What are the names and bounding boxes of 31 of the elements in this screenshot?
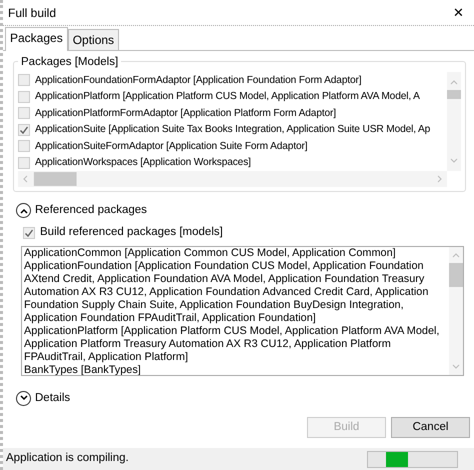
package-label: ApplicationPlatformFormAdaptor [Application Platform Form Adaptor] bbox=[35, 106, 336, 121]
list-item[interactable]: ApplicationCommon [Application Common CUS Model, Application Common] bbox=[24, 246, 447, 260]
status-text: Application is compiling. bbox=[6, 451, 129, 466]
list-item[interactable]: ApplicationPlatform [Application Platform CUS Model, Application Platform AVA Model, Application Platform Treasury Automation AX R3 CU12, Application Platform FPAuditTrail, Application Platform] bbox=[24, 324, 447, 364]
tab[interactable]: Packages bbox=[5, 27, 68, 51]
checkbox[interactable] bbox=[18, 74, 30, 86]
vertical-scrollbar[interactable] bbox=[449, 246, 463, 374]
package-label: ApplicationSuite [Application Suite Tax Books Integration, Application Suite USR Model, Ap bbox=[35, 123, 430, 138]
details-label: Details bbox=[35, 390, 70, 406]
referenced-label: Referenced packages bbox=[35, 203, 147, 218]
checkbox[interactable] bbox=[18, 140, 30, 152]
package-label: ApplicationPlatform [Application Platform CUS Model, Application Platform AVA Model, A bbox=[35, 90, 420, 104]
checkbox[interactable] bbox=[18, 90, 30, 103]
package-label: ApplicationWorkspaces [Application Workspaces] bbox=[35, 156, 251, 170]
dialog-button[interactable]: Cancel bbox=[391, 417, 470, 438]
checkbox[interactable] bbox=[23, 226, 35, 239]
package-label: ApplicationSuiteFormAdaptor [Application Suite Form Adaptor] bbox=[35, 140, 308, 154]
checkbox[interactable] bbox=[18, 156, 30, 169]
checkbox[interactable] bbox=[18, 124, 30, 136]
checkbox[interactable] bbox=[18, 107, 30, 120]
checkbox-label: Build referenced packages [models] bbox=[40, 225, 223, 240]
close-button[interactable]: ✕ bbox=[451, 6, 466, 19]
list-item[interactable]: BankTypes [BankTypes] bbox=[24, 364, 447, 374]
vertical-scrollbar[interactable] bbox=[447, 72, 461, 171]
expand-icon[interactable] bbox=[16, 390, 31, 406]
list-item[interactable]: ApplicationFoundation [Application Foundation CUS Model, Application Foundation AXtend Credit, Application Foundation AVA Model, Application Foundation Treasury Automation AX R3 CU12, Application Foundation Advanced Credit Card, Application Foundation Supply Chain Suite, Application Foundation BuyDesign Integration, Application Foundation FPAuditTrail, Application Foundation] bbox=[24, 260, 447, 324]
collapse-icon[interactable] bbox=[16, 203, 31, 218]
package-label: ApplicationFoundationFormAdaptor [Application Foundation Form Adaptor] bbox=[35, 74, 362, 88]
window-title: Full build bbox=[8, 4, 56, 22]
horizontal-scrollbar[interactable] bbox=[18, 171, 447, 187]
tab[interactable]: Options bbox=[68, 29, 120, 50]
